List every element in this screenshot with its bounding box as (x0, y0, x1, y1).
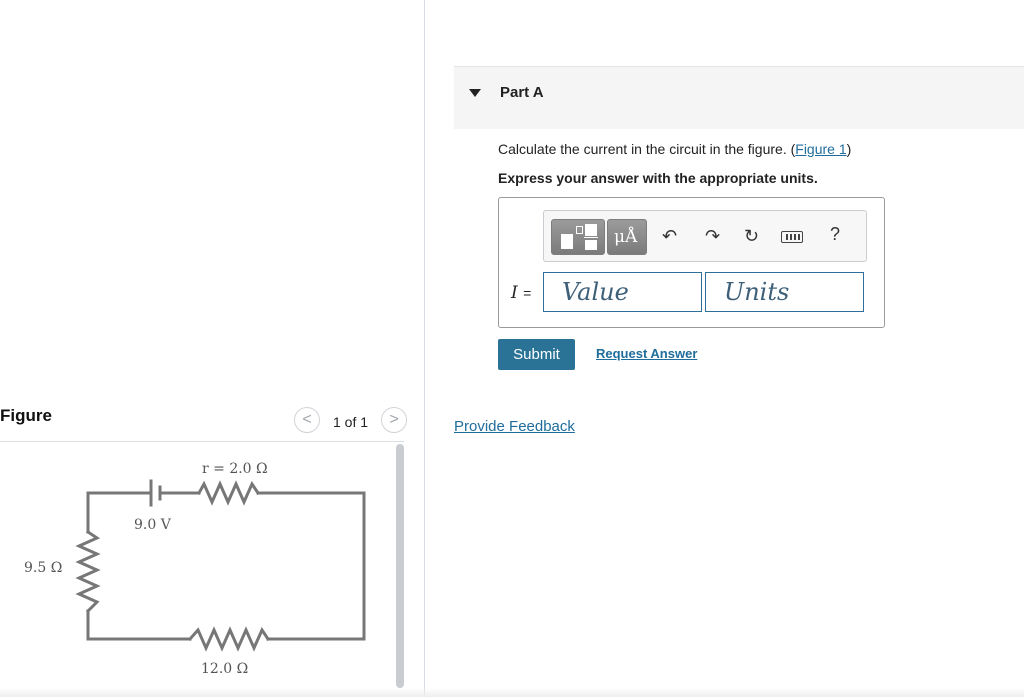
redo-icon[interactable]: ↷ (705, 224, 720, 248)
question-suffix: ) (846, 141, 852, 157)
variable-symbol: I (511, 283, 518, 303)
internal-resistor (196, 480, 261, 506)
top-right-wire (256, 491, 366, 641)
help-icon[interactable]: ? (830, 224, 840, 245)
chevron-left-icon[interactable]: < (294, 407, 320, 433)
bottom-fade (0, 688, 1024, 697)
undo-icon[interactable]: ↶ (662, 224, 677, 248)
units-input[interactable]: Units (705, 272, 864, 312)
keyboard-icon[interactable] (781, 231, 803, 243)
instruction-text: Express your answer with the appropriate… (498, 170, 818, 186)
bottom-left-wire (86, 609, 192, 641)
value-input[interactable]: Value (543, 272, 702, 312)
math-toolbar: μÅ ↶ ↷ ↻ ? (543, 210, 867, 262)
bottom-resistor (187, 626, 271, 652)
question-text: Calculate the current in the circuit in … (498, 141, 851, 157)
part-title: Part A (500, 84, 544, 101)
figure-scrollbar[interactable] (396, 444, 404, 688)
reset-icon[interactable]: ↻ (744, 224, 759, 248)
answer-variable-label: I = (511, 283, 531, 303)
bottom-resistor-label: 12.0 Ω (201, 661, 248, 677)
provide-feedback-link[interactable]: Provide Feedback (454, 418, 575, 435)
request-answer-link[interactable]: Request Answer (596, 346, 697, 361)
chevron-right-icon[interactable]: > (381, 407, 407, 433)
figure-title: Figure (0, 406, 52, 425)
submit-button[interactable]: Submit (498, 339, 575, 370)
internal-resistance-label: r = 2.0 Ω (202, 461, 268, 477)
caret-down-icon[interactable] (469, 89, 481, 97)
figure-link[interactable]: Figure 1 (795, 141, 846, 157)
figure-pager: 1 of 1 (333, 414, 369, 430)
units-button[interactable]: μÅ (607, 219, 647, 255)
templates-button[interactable] (551, 219, 605, 255)
units-button-label: μÅ (614, 227, 638, 247)
equals-sign: = (523, 285, 532, 301)
part-a-header[interactable]: Part A (454, 66, 1024, 129)
figure-divider (0, 441, 404, 442)
panel-divider (424, 0, 425, 697)
circuit-diagram: r = 2.0 Ω 9.0 V 9.5 Ω 12.0 Ω (24, 461, 366, 677)
answer-box: μÅ ↶ ↷ ↻ ? I = Value Units (498, 197, 885, 328)
question-prefix: Calculate the current in the circuit in … (498, 141, 796, 157)
emf-label: 9.0 V (134, 517, 172, 533)
left-resistor-label: 9.5 Ω (24, 560, 62, 576)
left-resistor (75, 529, 101, 614)
